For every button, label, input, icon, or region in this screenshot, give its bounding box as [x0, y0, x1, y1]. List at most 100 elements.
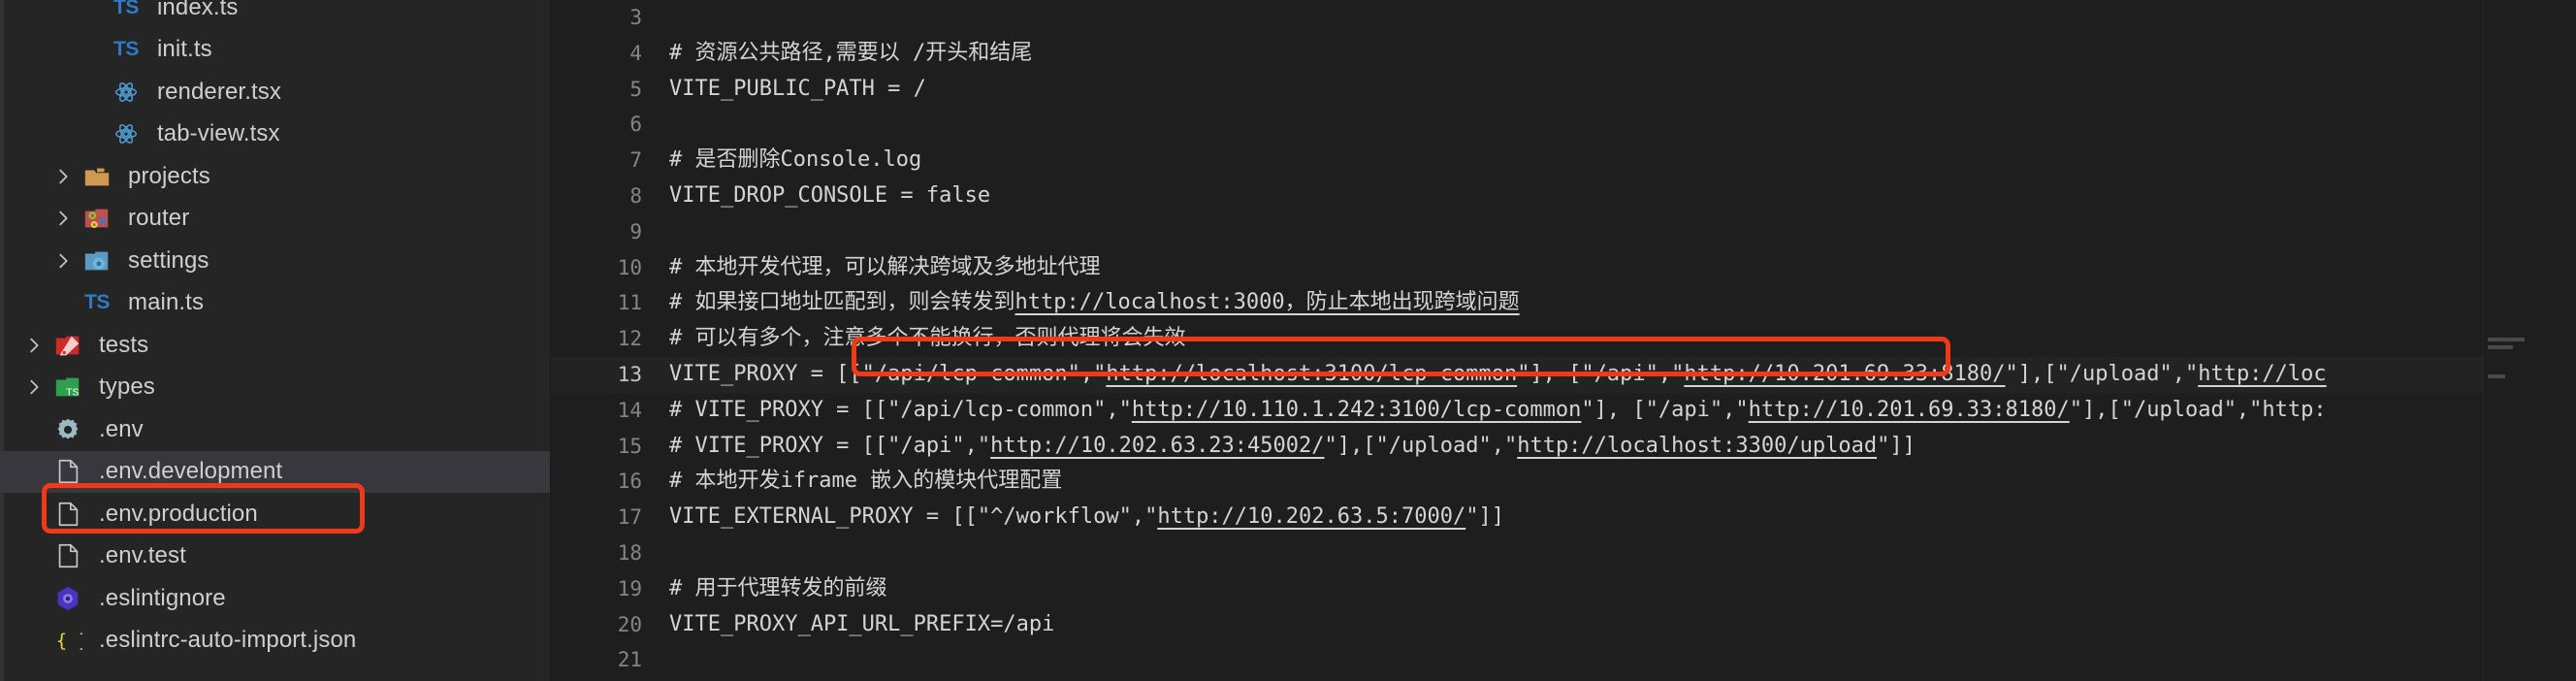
code-line-text: # 资源公共路径,需要以 /开头和结尾: [669, 36, 2576, 72]
code-line[interactable]: 3: [551, 0, 2576, 36]
code-line[interactable]: 14 # VITE_PROXY = [["/api/lcp-common","ht…: [551, 393, 2576, 429]
line-number: 12: [617, 327, 642, 351]
url-link[interactable]: http://10.110.1.242:3100/lcp-common: [1132, 398, 1582, 422]
code-line-text: VITE_PROXY = [["/api/lcp-common","http:/…: [669, 357, 2576, 393]
code-line-text: # 如果接口地址匹配到，则会转发到http://localhost:3000，防…: [669, 285, 2576, 321]
code-token: # 本地开发iframe 嵌入的模块代理配置: [669, 469, 1063, 494]
chevron-right-icon[interactable]: [48, 250, 78, 272]
tree-item[interactable]: .eslintignore: [0, 577, 550, 620]
url-link[interactable]: http://localhost:3300/upload: [1517, 434, 1877, 458]
code-line[interactable]: 12 # 可以有多个，注意多个不能换行，否则代理将会失效: [551, 321, 2576, 357]
gear-file-icon: [48, 415, 87, 444]
code-line[interactable]: 19 # 用于代理转发的前缀: [551, 571, 2576, 607]
code-line-text: VITE_PROXY_API_URL_PREFIX=/api: [669, 607, 2576, 643]
line-number: 6: [629, 113, 642, 137]
code-lines[interactable]: 3 4 # 资源公共路径,需要以 /开头和结尾 5 VITE_PUBLIC_PATH =…: [551, 0, 2576, 681]
chevron-right-icon[interactable]: [19, 376, 48, 398]
code-line[interactable]: 4 # 资源公共路径,需要以 /开头和结尾: [551, 36, 2576, 72]
code-line[interactable]: 5 VITE_PUBLIC_PATH = /: [551, 72, 2576, 108]
code-line[interactable]: 20 VITE_PROXY_API_URL_PREFIX=/api: [551, 607, 2576, 643]
chevron-right-icon[interactable]: [48, 208, 78, 229]
code-token: # VITE_PROXY = [["/api/lcp-common",": [669, 397, 1132, 422]
code-token: "], ["/api",": [1581, 397, 1749, 422]
line-number: 4: [629, 41, 642, 65]
folder-router-icon: [78, 204, 116, 233]
line-number: 11: [617, 291, 642, 315]
code-token: # 是否删除Console.log: [669, 147, 922, 173]
tree-item[interactable]: TS types: [0, 367, 550, 409]
code-line[interactable]: 8 VITE_DROP_CONSOLE = false: [551, 178, 2576, 214]
minimap-mark: [2488, 345, 2513, 349]
code-line[interactable]: 15 # VITE_PROXY = [["/api","http://10.202…: [551, 429, 2576, 465]
code-line[interactable]: 10 # 本地开发代理，可以解决跨域及多地址代理: [551, 250, 2576, 286]
url-link[interactable]: http://localhost:3000，防止本地出现跨域问题: [1015, 290, 1520, 314]
tree-item[interactable]: .env.test: [0, 535, 550, 578]
folder-icon: [78, 162, 116, 191]
code-line[interactable]: 7 # 是否删除Console.log: [551, 143, 2576, 178]
tree-item[interactable]: TS index.ts: [0, 0, 550, 29]
tree-item[interactable]: TS init.ts: [0, 29, 550, 72]
tree-item-selected[interactable]: .env.development: [0, 450, 550, 493]
blank-file-icon: [48, 457, 87, 486]
tree-item[interactable]: tests: [0, 324, 550, 367]
line-number: 8: [629, 183, 642, 208]
url-link[interactable]: http://loc: [2198, 362, 2326, 386]
code-line[interactable]: 17 VITE_EXTERNAL_PROXY = [["^/workflow","…: [551, 500, 2576, 535]
explorer-sidebar[interactable]: TS index.ts TS init.ts renderer.tsx tab-view.…: [0, 0, 551, 681]
code-line-text: # 本地开发iframe 嵌入的模块代理配置: [669, 464, 2576, 500]
chevron-right-icon[interactable]: [19, 335, 48, 356]
chevron-right-icon[interactable]: [48, 166, 78, 187]
code-token: # 如果接口地址匹配到，则会转发到: [669, 290, 1015, 315]
code-line-text: VITE_PUBLIC_PATH = /: [669, 72, 2576, 108]
tree-item-label: router: [128, 205, 190, 232]
vscode-window: TS index.ts TS init.ts renderer.tsx tab-view.…: [0, 0, 2576, 681]
typescript-file-icon: TS: [84, 291, 110, 314]
line-number: 18: [617, 540, 642, 565]
blank-file-icon: [48, 500, 87, 529]
url-link[interactable]: http://10.202.63.5:7000/: [1157, 504, 1465, 529]
url-link[interactable]: http://10.201.69.33:8180/: [1749, 398, 2070, 422]
url-link[interactable]: http://localhost:3100/lcp-common: [1106, 362, 1517, 386]
editor-minimap[interactable]: [2483, 0, 2576, 681]
folder-test-icon: [48, 331, 87, 360]
tree-item[interactable]: .env: [0, 408, 550, 451]
tree-item-label: index.ts: [157, 0, 239, 20]
line-number: 19: [617, 576, 642, 600]
tree-item[interactable]: settings: [0, 240, 550, 282]
code-line-text: # 用于代理转发的前缀: [669, 571, 2576, 607]
svg-text:TS: TS: [66, 388, 79, 399]
tree-item[interactable]: router: [0, 198, 550, 241]
tree-item[interactable]: tab-view.tsx: [0, 114, 550, 156]
code-line[interactable]: 13 VITE_PROXY = [["/api/lcp-common","http…: [551, 356, 2576, 393]
code-line[interactable]: 18: [551, 535, 2576, 571]
tree-item[interactable]: renderer.tsx: [0, 71, 550, 114]
tree-item[interactable]: TS main.ts: [0, 282, 550, 325]
tree-item-label: projects: [128, 162, 210, 189]
file-tree[interactable]: TS index.ts TS init.ts renderer.tsx tab-view.…: [0, 0, 550, 662]
code-editor[interactable]: 3 4 # 资源公共路径,需要以 /开头和结尾 5 VITE_PUBLIC_PATH =…: [551, 0, 2576, 681]
code-token: "]]: [1465, 504, 1504, 530]
code-line[interactable]: 11 # 如果接口地址匹配到，则会转发到http://localhost:3000…: [551, 285, 2576, 321]
tree-item[interactable]: projects: [0, 155, 550, 198]
react-file-icon: [107, 78, 145, 107]
url-link[interactable]: http://10.201.69.33:8180/: [1684, 362, 2005, 386]
code-line[interactable]: 9: [551, 214, 2576, 250]
code-line[interactable]: 16 # 本地开发iframe 嵌入的模块代理配置: [551, 464, 2576, 500]
code-line-text: # 本地开发代理，可以解决跨域及多地址代理: [669, 250, 2576, 286]
code-line[interactable]: 21: [551, 642, 2576, 678]
tree-item-label: .env: [99, 415, 144, 442]
line-number: 17: [617, 505, 642, 530]
code-token: VITE_PROXY = [["/api/lcp-common",": [669, 361, 1107, 386]
code-token: "],["/upload",": [1324, 433, 1518, 458]
code-line-text: # 是否删除Console.log: [669, 143, 2576, 178]
tree-item[interactable]: .env.production: [0, 493, 550, 535]
code-token: VITE_PROXY_API_URL_PREFIX=/api: [669, 611, 1055, 636]
code-token: # 本地开发代理，可以解决跨域及多地址代理: [669, 254, 1101, 279]
tree-item-label: tests: [99, 331, 149, 358]
tree-item[interactable]: { } .eslintrc-auto-import.json: [0, 620, 550, 663]
code-line[interactable]: 6: [551, 107, 2576, 143]
line-number: 5: [629, 77, 642, 101]
code-token: # 用于代理转发的前缀: [669, 575, 887, 600]
url-link[interactable]: http://10.202.63.23:45002/: [990, 434, 1324, 458]
